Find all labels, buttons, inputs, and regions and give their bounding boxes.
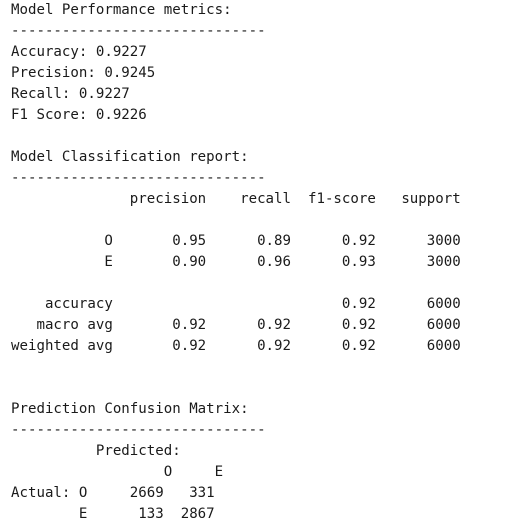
report-row-macro-avg: macro avg 0.92 0.92 0.92 6000: [11, 317, 461, 333]
matrix-column-header-row: O E: [11, 464, 224, 480]
separator-line: ------------------------------: [11, 170, 266, 186]
metric-precision: Precision: 0.9245: [11, 65, 156, 81]
metric-recall: Recall: 0.9227: [11, 86, 130, 102]
section-title-classification-report: Model Classification report:: [11, 149, 249, 165]
report-row-accuracy: accuracy 0.92 6000: [11, 296, 461, 312]
report-row-class-o: O 0.95 0.89 0.92 3000: [11, 233, 461, 249]
section-title-performance: Model Performance metrics:: [11, 2, 232, 18]
separator-line: ------------------------------: [11, 23, 266, 39]
metric-f1-score: F1 Score: 0.9226: [11, 107, 147, 123]
section-title-confusion-matrix: Prediction Confusion Matrix:: [11, 401, 249, 417]
report-row-class-e: E 0.90 0.96 0.93 3000: [11, 254, 461, 270]
separator-line: ------------------------------: [11, 422, 266, 438]
metric-accuracy: Accuracy: 0.9227: [11, 44, 147, 60]
matrix-row-actual-e: E 133 2867: [11, 506, 215, 522]
matrix-row-actual-o: Actual: O 2669 331: [11, 485, 215, 501]
console-output: Model Performance metrics: --------------…: [11, 0, 461, 525]
report-row-weighted-avg: weighted avg 0.92 0.92 0.92 6000: [11, 338, 461, 354]
report-header-row: precision recall f1-score support: [11, 191, 461, 207]
matrix-predicted-label: Predicted:: [11, 443, 181, 459]
